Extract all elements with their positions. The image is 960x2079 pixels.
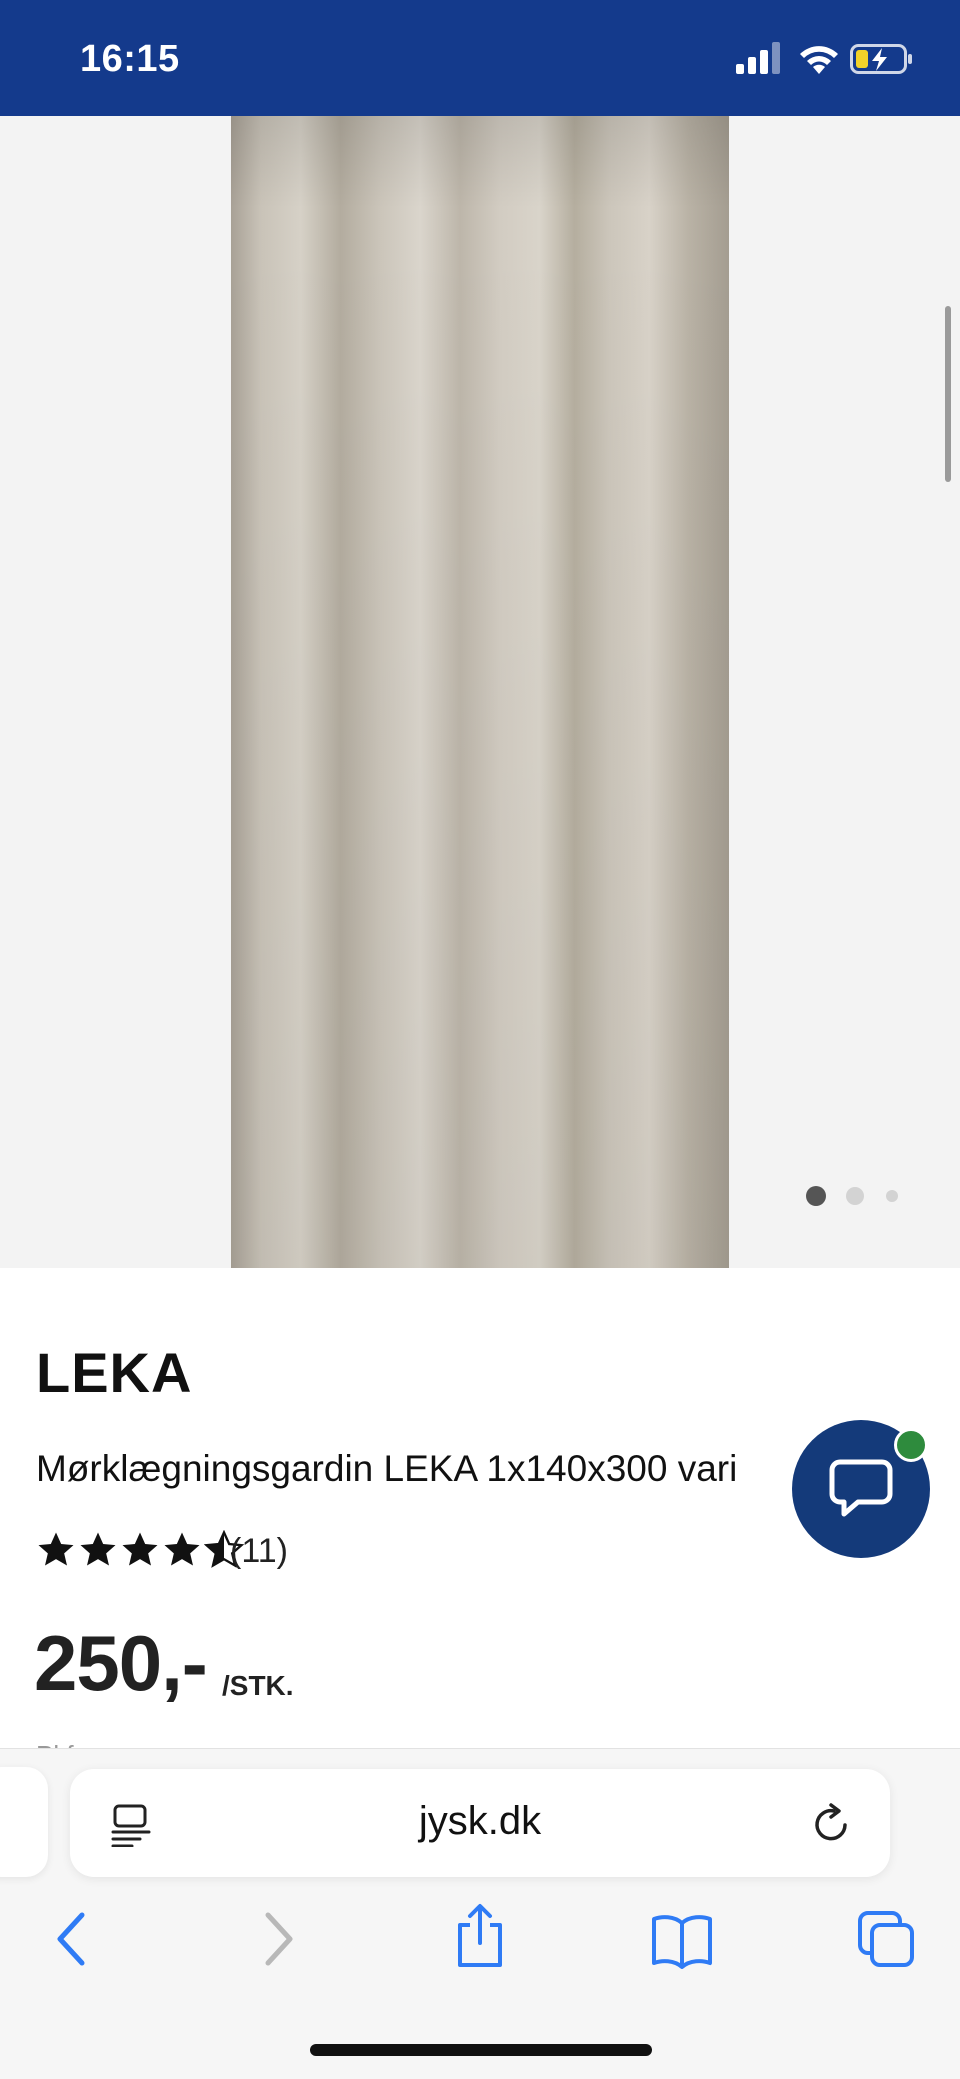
star-full-icon	[80, 1532, 116, 1566]
carousel-dot-2[interactable]	[846, 1187, 864, 1205]
star-full-icon	[38, 1532, 74, 1566]
forward-icon[interactable]	[258, 1909, 298, 1969]
status-time: 16:15	[80, 38, 180, 80]
price: 250,-	[34, 1619, 208, 1707]
battery-charging-icon	[850, 44, 912, 74]
share-icon[interactable]	[452, 1903, 508, 1969]
chat-bubble-icon	[829, 1459, 893, 1517]
product-title: Mørklægningsgardin LEKA 1x140x300 vari	[36, 1448, 738, 1489]
reload-icon[interactable]	[812, 1803, 852, 1845]
product-image[interactable]	[231, 116, 729, 1268]
carousel-dot-3[interactable]	[886, 1190, 898, 1202]
address-bar[interactable]: jysk.dk	[70, 1769, 890, 1877]
product-image-gallery[interactable]	[0, 116, 960, 1268]
previous-tab-preview[interactable]	[0, 1767, 48, 1877]
signal-icon	[736, 42, 780, 74]
bookmarks-icon[interactable]	[650, 1913, 714, 1969]
review-count[interactable]: (11)	[230, 1532, 288, 1571]
product-brand: LEKA	[36, 1341, 193, 1404]
url-text[interactable]: jysk.dk	[70, 1799, 890, 1844]
tabs-icon[interactable]	[856, 1909, 916, 1969]
carousel-dot-1[interactable]	[806, 1186, 826, 1206]
back-icon[interactable]	[52, 1909, 92, 1969]
status-bar: 16:15	[0, 0, 960, 116]
home-indicator	[310, 2044, 652, 2056]
wifi-icon	[800, 46, 838, 74]
online-status-dot	[894, 1428, 928, 1462]
scroll-indicator[interactable]	[945, 306, 951, 482]
browser-bottom-bar: jysk.dk	[0, 1748, 960, 2079]
star-full-icon	[164, 1532, 200, 1566]
price-unit: /STK.	[222, 1670, 294, 1701]
star-full-icon	[122, 1532, 158, 1566]
